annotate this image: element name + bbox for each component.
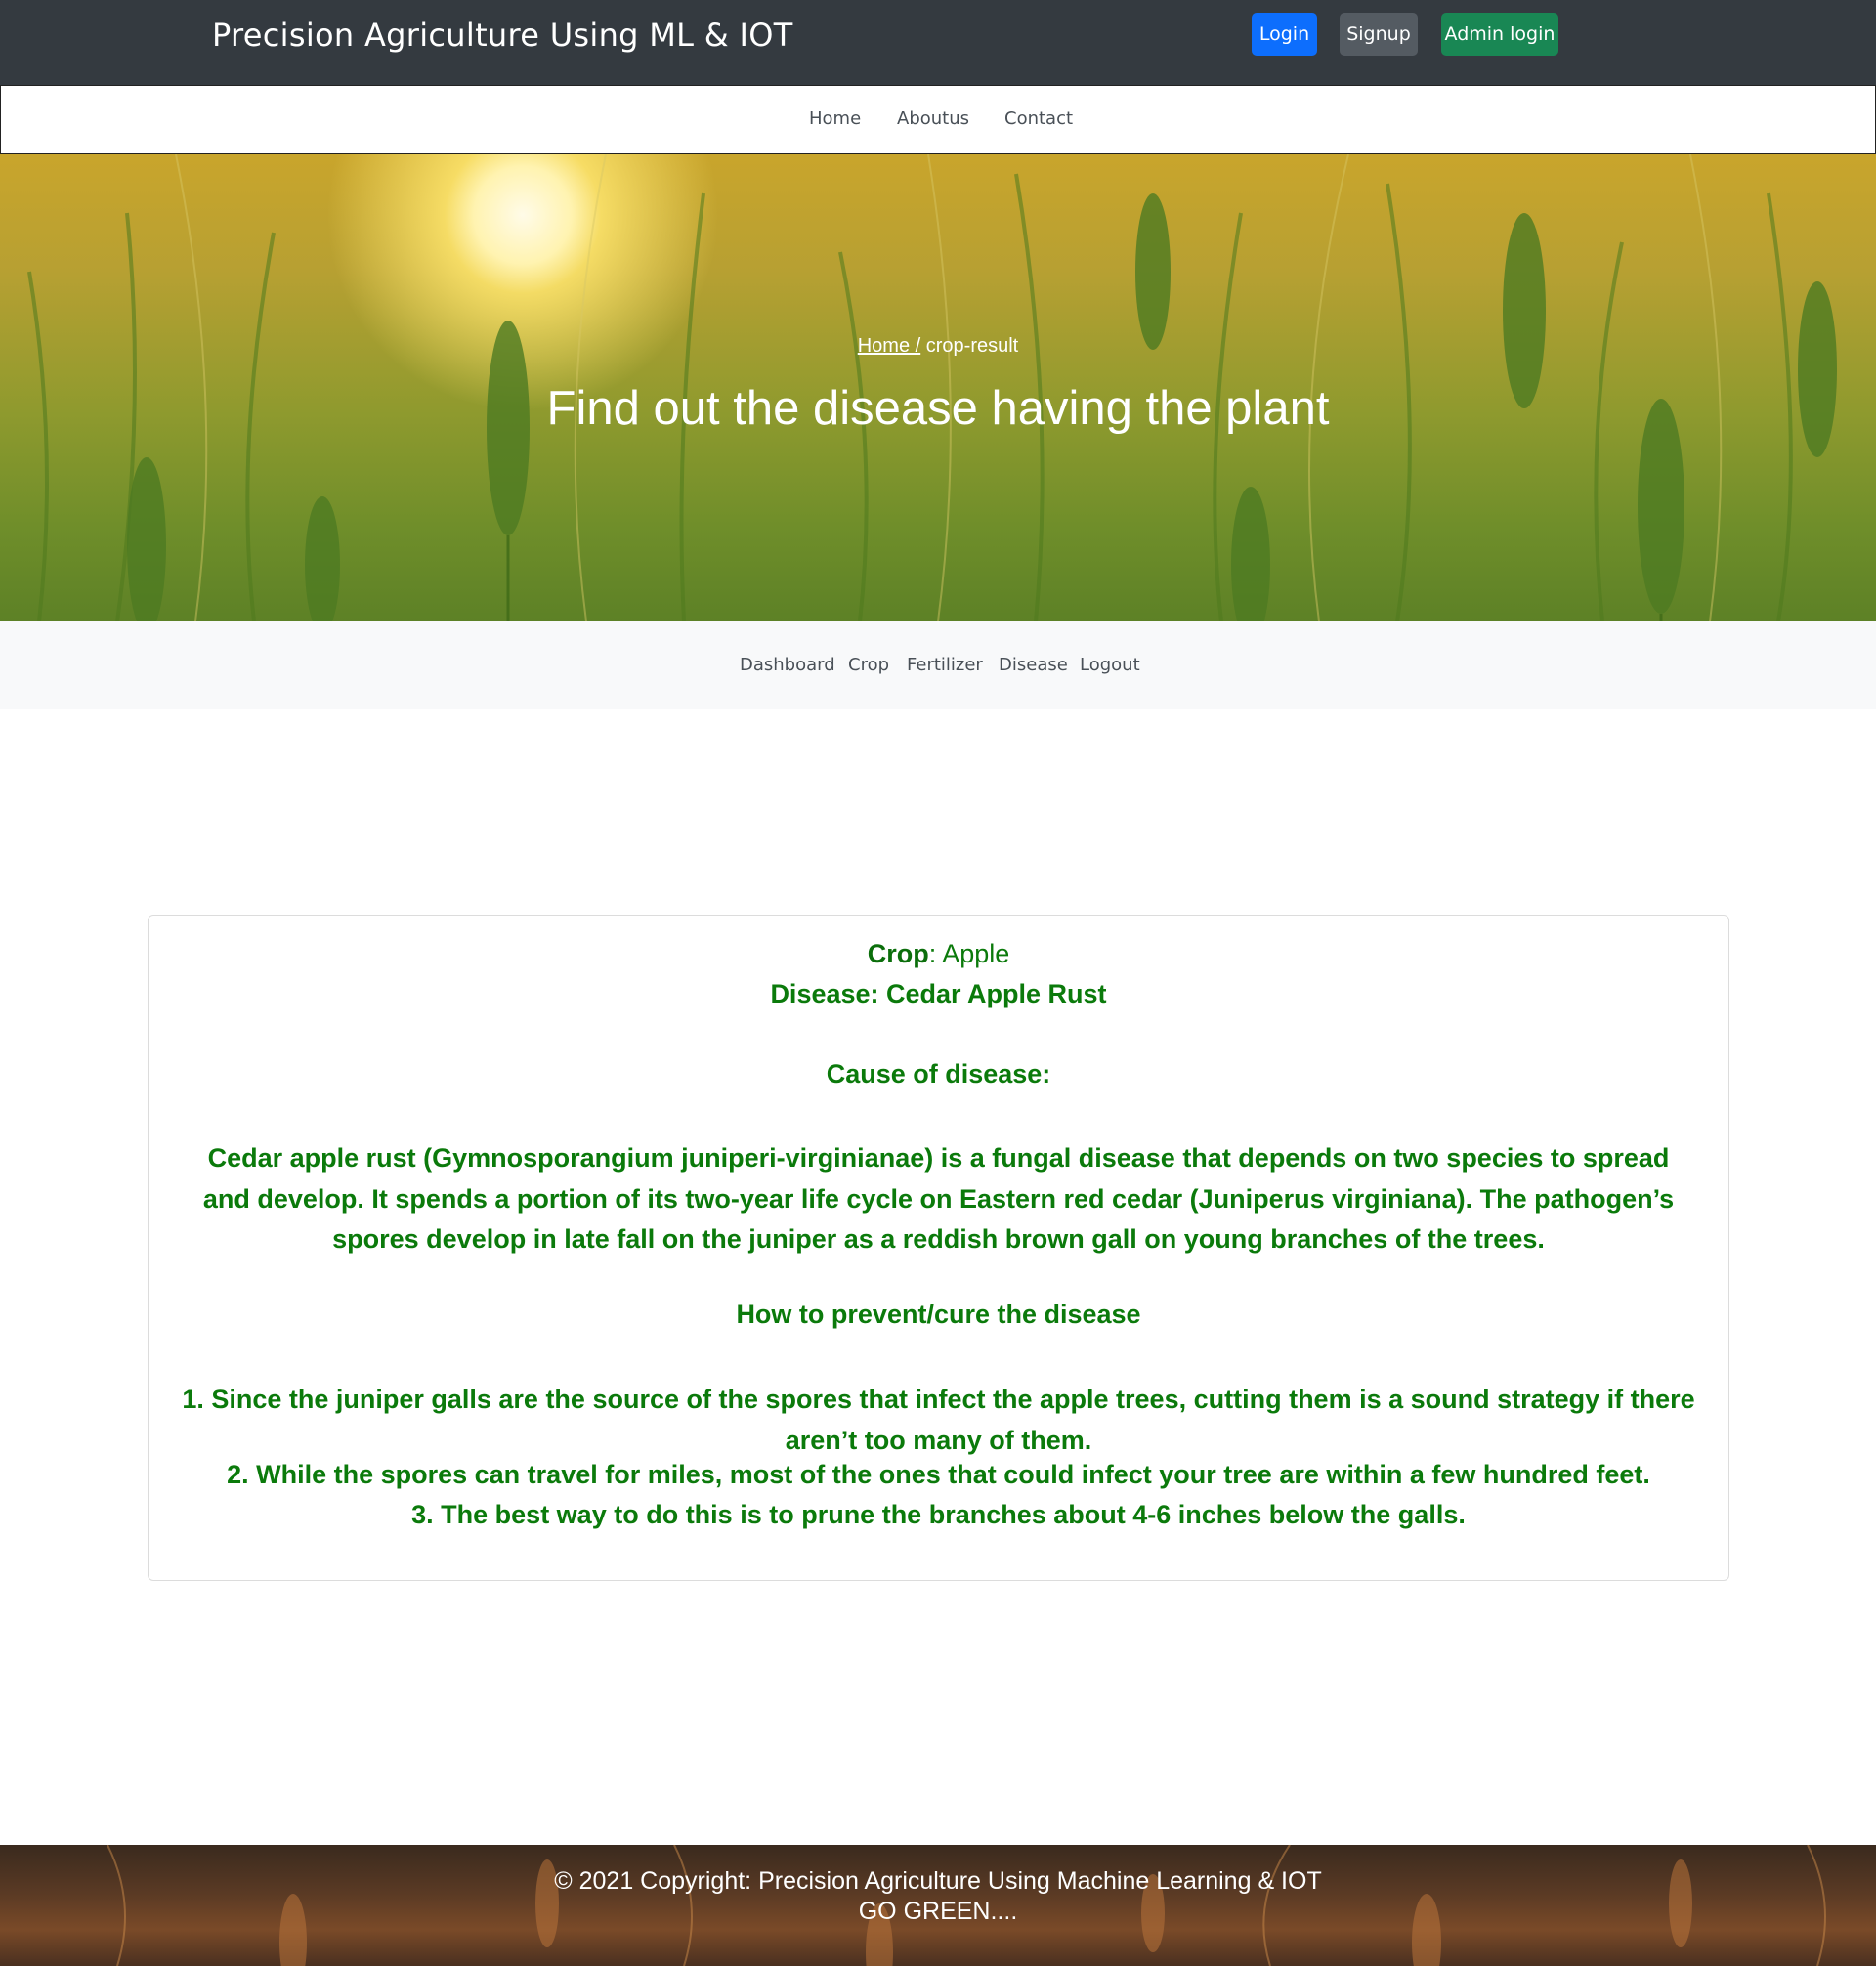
breadcrumb-home-link[interactable]: Home /: [858, 335, 920, 357]
top-header: Precision Agriculture Using ML & IOT Log…: [0, 0, 1876, 85]
footer-copyright: © 2021 Copyright: Precision Agriculture …: [554, 1867, 1322, 1895]
prevention-step: 2. While the spores can travel for miles…: [227, 1460, 1650, 1489]
prevention-step: 1. Since the juniper galls are the sourc…: [182, 1385, 1695, 1455]
footer-tagline: GO GREEN....: [858, 1898, 1018, 1925]
disease-name: Disease: Cedar Apple Rust: [770, 979, 1107, 1008]
breadcrumb-current: crop-result: [925, 335, 1019, 357]
page-title: Find out the disease having the plant: [546, 382, 1330, 435]
cause-heading: Cause of disease:: [826, 1059, 1051, 1089]
crop-label: Crop: [867, 939, 929, 968]
login-button[interactable]: Login: [1252, 13, 1317, 56]
dashboard-nav: Dashboard Crop Fertilizer Disease Logout: [0, 621, 1876, 709]
signup-button[interactable]: Signup: [1340, 13, 1418, 56]
crop-value: : Apple: [928, 939, 1010, 968]
subnav-item-crop[interactable]: Crop: [848, 655, 889, 675]
breadcrumb: Home / crop-result: [0, 335, 1876, 358]
cause-description: Cedar apple rust (Gymnosporangium junipe…: [202, 1143, 1675, 1254]
subnav-item-logout[interactable]: Logout: [1080, 655, 1140, 675]
brand-title[interactable]: Precision Agriculture Using ML & IOT: [212, 17, 793, 54]
subnav-item-disease[interactable]: Disease: [999, 655, 1068, 675]
main-nav: Home Aboutus Contact: [0, 85, 1876, 154]
footer: © 2021 Copyright: Precision Agriculture …: [0, 1845, 1876, 1966]
subnav-item-fertilizer[interactable]: Fertilizer: [907, 655, 983, 675]
nav-item-home[interactable]: Home: [809, 108, 861, 129]
admin-login-button[interactable]: Admin login: [1441, 13, 1558, 56]
nav-item-aboutus[interactable]: Aboutus: [897, 108, 969, 129]
nav-item-contact[interactable]: Contact: [1004, 108, 1073, 129]
result-card: Crop: Apple Disease: Cedar Apple Rust Ca…: [148, 915, 1729, 1581]
subnav-item-dashboard[interactable]: Dashboard: [740, 655, 835, 675]
crop-line: Crop: Apple: [149, 939, 1728, 969]
prevention-heading: How to prevent/cure the disease: [736, 1300, 1141, 1329]
prevention-step: 3. The best way to do this is to prune t…: [411, 1500, 1466, 1529]
hero-banner: Home / crop-result Find out the disease …: [0, 154, 1876, 621]
